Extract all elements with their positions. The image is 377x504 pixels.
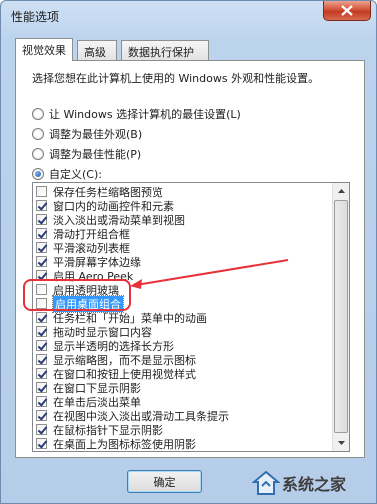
effect-item[interactable]: 在桌面上为图标标签使用阴影 (36, 436, 196, 451)
effect-checkbox[interactable] (36, 382, 47, 393)
radio-label: 让 Windows 选择计算机的最佳设置(L) (49, 108, 241, 121)
effect-checkbox[interactable] (36, 396, 47, 407)
radio-button-selected[interactable] (32, 168, 44, 180)
tab-advanced[interactable]: 高级 (77, 40, 117, 60)
tab-visual-effects[interactable]: 视觉效果 (15, 38, 73, 61)
intro-text: 选择您想在此计算机上使用的 Windows 外观和性能设置。 (32, 72, 320, 85)
effect-checkbox[interactable] (36, 424, 47, 435)
close-icon (341, 5, 353, 16)
radio-label: 自定义(C): (49, 168, 102, 181)
watermark: 系统之家 (248, 466, 373, 500)
annotation-highlight-box (23, 279, 131, 311)
effect-checkbox[interactable] (36, 340, 47, 351)
radio-custom[interactable]: 自定义(C): (32, 166, 102, 182)
effect-checkbox[interactable] (36, 438, 47, 449)
listbox-scrollbar[interactable] (332, 183, 349, 451)
effect-checkbox[interactable] (36, 228, 47, 239)
watermark-text: 系统之家 (282, 475, 347, 494)
effect-checkbox[interactable] (36, 326, 47, 337)
effect-checkbox[interactable] (36, 242, 47, 253)
effect-checkbox[interactable] (36, 354, 47, 365)
radio-label: 调整为最佳性能(P) (49, 148, 142, 161)
effect-checkbox[interactable] (36, 256, 47, 267)
arrow-down-icon (337, 441, 345, 445)
close-button[interactable] (323, 1, 371, 21)
scroll-up-button[interactable] (333, 183, 349, 199)
effect-checkbox[interactable] (36, 410, 47, 421)
radio-label: 调整为最佳外观(B) (49, 128, 143, 141)
watermark-logo-icon (252, 470, 280, 495)
tab-dep[interactable]: 数据执行保护 (121, 40, 209, 60)
title-bar: 性能选项 (1, 1, 376, 29)
radio-let-windows-choose[interactable]: 让 Windows 选择计算机的最佳设置(L) (32, 106, 241, 122)
effect-checkbox[interactable] (36, 312, 47, 323)
ok-button[interactable]: 确定 (127, 470, 202, 493)
radio-button[interactable] (32, 128, 44, 140)
effect-checkbox[interactable] (36, 186, 47, 197)
effect-checkbox[interactable] (36, 214, 47, 225)
window-title: 性能选项 (11, 10, 60, 24)
scroll-thumb[interactable] (334, 200, 348, 433)
radio-button[interactable] (32, 148, 44, 160)
effect-checkbox[interactable] (36, 368, 47, 379)
annotation-arrow-icon (130, 259, 289, 289)
radio-button[interactable] (32, 108, 44, 120)
effect-checkbox[interactable] (36, 200, 47, 211)
effects-listbox[interactable]: 保存任务栏缩略图预览 窗口内的动画控件和元素 淡入淡出或滑动菜单到视图 滑动打开… (32, 182, 350, 452)
radio-best-appearance[interactable]: 调整为最佳外观(B) (32, 126, 142, 142)
arrow-up-icon (337, 189, 345, 193)
performance-options-dialog: 性能选项 视觉效果 高级 数据执行保护 选择您想在此计算机上使用的 Window… (0, 0, 377, 504)
scroll-down-button[interactable] (333, 435, 349, 451)
radio-best-performance[interactable]: 调整为最佳性能(P) (32, 146, 141, 162)
